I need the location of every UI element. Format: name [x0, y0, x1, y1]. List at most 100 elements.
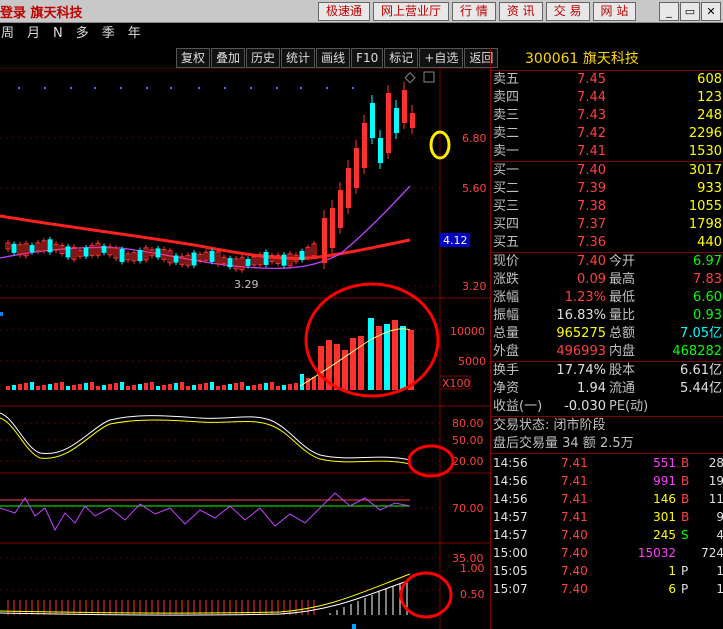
stat-label: 最低 [609, 290, 636, 305]
stat-label: 现价 [493, 254, 520, 269]
stat-label: 净资 [493, 381, 520, 396]
fundamental-row: 换手 17.74% 股本 6.61亿 [491, 362, 723, 380]
draw-button[interactable]: 画线 [316, 48, 351, 68]
nav-online-hall-button[interactable]: 网上营业厅 [373, 2, 450, 21]
mark-button[interactable]: 标记 [384, 48, 419, 68]
fundamental-row: 收益(一) -0.030 PE(动) [491, 398, 723, 416]
order-book-row: 买四 7.37 1798 [491, 216, 723, 234]
volume-bar [204, 383, 208, 390]
nav-express-button[interactable]: 极速通 [318, 2, 371, 21]
overlay-button[interactable]: 叠加 [211, 48, 246, 68]
fundamental-row: 净资 1.94 流通 5.44亿 [491, 380, 723, 398]
volume-bar [300, 374, 304, 390]
nav-website-button[interactable]: 网 站 [592, 2, 637, 21]
tick-price: 7.40 [561, 528, 588, 542]
volume-bar [312, 377, 316, 390]
tick-direction: S [681, 528, 689, 542]
tick-volume: 551 [653, 456, 676, 470]
level-volume: 933 [697, 181, 722, 196]
kline-chart[interactable]: 6.80 5.60 3.20 4.12 3.29 10000 5000 X100… [0, 68, 490, 629]
tick-count: 1 [716, 582, 723, 596]
stat-value: 468282 [672, 344, 722, 359]
nav-trade-button[interactable]: 交 易 [545, 2, 590, 21]
volume-bar [198, 384, 202, 390]
period-quarter[interactable]: 季 [102, 23, 115, 45]
level-label: 卖一 [493, 144, 520, 159]
panel-toggle-icon[interactable] [423, 71, 435, 83]
period-year[interactable]: 年 [128, 23, 141, 45]
vol-tick: 10000 [450, 325, 485, 338]
candle-body [281, 254, 287, 266]
close-icon[interactable]: ✕ [701, 2, 721, 21]
vol-tick: 5000 [458, 355, 486, 368]
volume-bar [132, 385, 136, 390]
level-label: 卖四 [493, 90, 520, 105]
volume-bar [270, 382, 274, 390]
tick-direction: P [681, 582, 689, 596]
tick-volume: 6 [668, 582, 676, 596]
nav-quotes-button[interactable]: 行 情 [452, 2, 496, 21]
volume-bar [282, 385, 286, 390]
stat-row: 外盘 496993 内盘 468282 [491, 343, 723, 361]
restore-icon[interactable]: ▭ [680, 2, 700, 21]
candle-body [338, 190, 343, 228]
f10-button[interactable]: F10 [351, 48, 384, 68]
candle-body [227, 258, 233, 268]
adjust-button[interactable]: 复权 [176, 48, 211, 68]
tick-price: 7.41 [561, 492, 588, 506]
candle-body [191, 252, 197, 266]
tick-list[interactable]: 14:56 7.41 551 B 28 14:56 7.41 991 B 19 14:56 7.41 1… [491, 454, 723, 598]
scroll-marker [352, 624, 356, 629]
period-week[interactable]: 周 [1, 23, 14, 45]
nav-news-button[interactable]: 资 讯 [498, 2, 543, 21]
volume-bars [6, 318, 414, 390]
add-watchlist-button[interactable]: +自选 [419, 48, 464, 68]
level-price: 7.44 [577, 90, 606, 105]
stat-label: 最高 [609, 272, 636, 287]
level-volume: 1530 [688, 144, 722, 159]
candle-body [330, 208, 335, 248]
level-volume: 1798 [688, 217, 722, 232]
candle-body [299, 250, 305, 260]
history-button[interactable]: 历史 [246, 48, 281, 68]
volume-bar [84, 383, 88, 390]
candle-body [209, 250, 215, 262]
period-n[interactable]: N [53, 23, 63, 45]
stat-label: 涨跌 [493, 272, 520, 287]
tick-count: 19 [708, 474, 723, 488]
quote-header: 300061 旗天科技 [491, 48, 723, 71]
rsi-tick: 70.00 [452, 502, 484, 515]
stat-value: 7.40 [577, 254, 606, 269]
quote-panel: 300061 旗天科技 卖五 7.45 608 卖四 7.44 123 卖三 7.43 248 卖… [490, 48, 723, 629]
level-price: 7.39 [577, 181, 606, 196]
level-volume: 3017 [688, 163, 722, 178]
volume-bar [288, 384, 292, 390]
period-month[interactable]: 月 [27, 23, 40, 45]
volume-bar [138, 384, 142, 390]
minimize-icon[interactable]: _ [659, 2, 679, 21]
candle-body [410, 113, 415, 128]
level-volume: 2296 [688, 126, 722, 141]
candle-body [173, 255, 179, 263]
tick-volume: 301 [653, 510, 676, 524]
stat-row: 涨幅 1.23% 最低 6.60 [491, 289, 723, 307]
level-price: 7.40 [577, 163, 606, 178]
tick-volume: 15032 [637, 546, 676, 560]
kdj-tick: 20.00 [452, 455, 484, 468]
stat-value: 7.05亿 [680, 326, 722, 341]
tick-price: 7.41 [561, 510, 588, 524]
bid-book: 买一 7.40 3017 买二 7.39 933 买三 7.38 1055 买四 7.37 1798 买… [491, 162, 723, 252]
stat-value: 0.93 [693, 308, 722, 323]
order-book-row: 买五 7.36 440 [491, 234, 723, 252]
diamond-icon[interactable] [404, 72, 416, 84]
volume-bar [350, 338, 356, 390]
volume-bar [180, 382, 184, 390]
volume-bar [228, 384, 232, 390]
period-multi[interactable]: 多 [76, 23, 89, 45]
price-tick: 3.20 [462, 280, 487, 293]
volume-bar [18, 384, 22, 390]
stat-label: 流通 [609, 381, 636, 396]
tick-price: 7.40 [561, 546, 588, 560]
tick-direction: B [681, 474, 690, 488]
stats-button[interactable]: 统计 [281, 48, 316, 68]
